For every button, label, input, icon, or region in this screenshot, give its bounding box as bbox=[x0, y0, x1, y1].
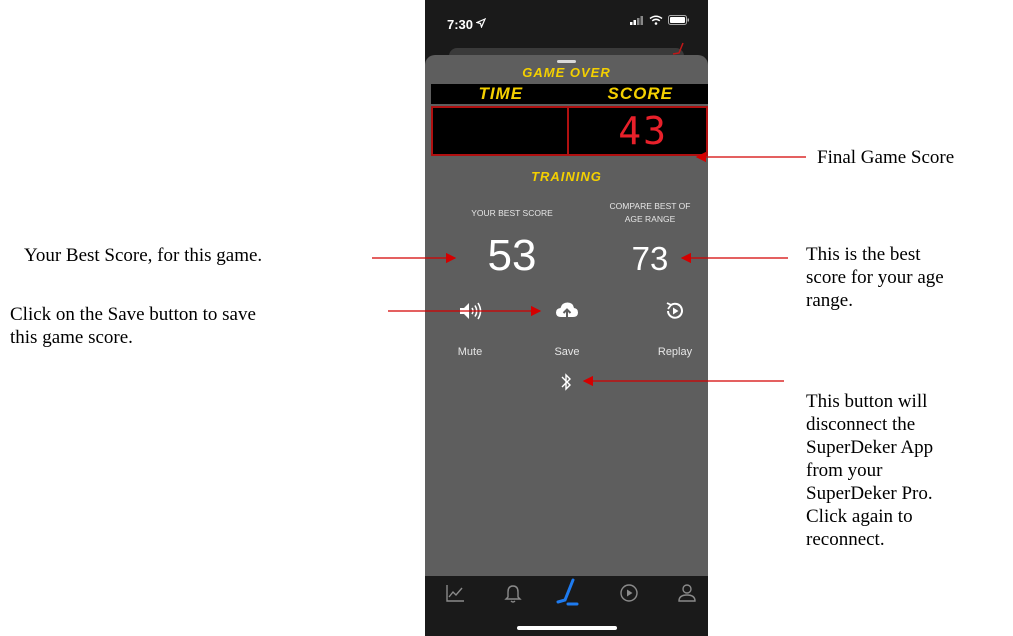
best-score-label: YOUR BEST SCORE bbox=[471, 208, 553, 218]
annotation-bt-line4: from your bbox=[806, 460, 883, 481]
annotation-age-range: This is the best score for your age rang… bbox=[806, 243, 1006, 312]
status-icons bbox=[630, 15, 690, 25]
location-arrow-icon bbox=[476, 18, 486, 28]
mute-label[interactable]: Mute bbox=[435, 346, 505, 358]
annotation-final-score: Final Game Score bbox=[817, 147, 955, 168]
chart-icon[interactable] bbox=[444, 582, 466, 604]
annotation-bt-line5: SuperDeker Pro. bbox=[806, 483, 933, 504]
compare-label-line2: AGE RANGE bbox=[624, 214, 676, 224]
bluetooth-icon[interactable] bbox=[558, 372, 574, 392]
annotation-age-line1: This is the best bbox=[806, 244, 921, 265]
annotation-bluetooth: This button will disconnect the SuperDek… bbox=[806, 390, 986, 551]
tab-bar bbox=[425, 576, 708, 636]
time-display bbox=[431, 106, 569, 156]
speaker-icon[interactable] bbox=[458, 300, 482, 322]
annotation-bt-line3: SuperDeker App bbox=[806, 437, 934, 458]
game-over-sheet: GAME OVER TIME SCORE 43 TRAINING YOUR BE… bbox=[425, 55, 708, 576]
best-score-value: 53 bbox=[487, 231, 537, 280]
annotation-bt-line2: disconnect the bbox=[806, 414, 916, 435]
cloud-upload-icon[interactable] bbox=[555, 300, 579, 322]
status-bar: 7:30 bbox=[425, 0, 708, 44]
hockey-stick-icon[interactable] bbox=[555, 578, 581, 606]
user-icon[interactable] bbox=[676, 582, 698, 604]
compare-label-line1: COMPARE BEST OF bbox=[609, 201, 691, 211]
phone-screen: 7:30 GAME OVER TIME SCORE 43 TRAINING YO… bbox=[425, 0, 708, 636]
game-over-title: GAME OVER bbox=[522, 65, 611, 80]
status-time: 7:30 bbox=[447, 17, 474, 32]
annotation-bt-line1: This button will bbox=[806, 391, 928, 412]
replay-label[interactable]: Replay bbox=[640, 346, 708, 358]
bell-icon[interactable] bbox=[502, 582, 524, 604]
annotation-save: Click on the Save button to save this ga… bbox=[10, 303, 390, 349]
score-header: SCORE bbox=[607, 84, 673, 103]
scoreboard-header: TIME SCORE bbox=[431, 84, 708, 104]
annotation-bt-line7: reconnect. bbox=[806, 529, 885, 550]
time-header: TIME bbox=[478, 84, 524, 103]
play-icon[interactable] bbox=[618, 582, 640, 604]
annotation-age-line3: range. bbox=[806, 290, 853, 311]
final-score-value: 43 bbox=[618, 109, 668, 153]
replay-icon[interactable] bbox=[663, 300, 687, 322]
score-display: 43 bbox=[569, 106, 708, 156]
compare-label: COMPARE BEST OF AGE RANGE bbox=[600, 200, 700, 226]
sheet-grabber[interactable] bbox=[557, 60, 576, 63]
age-range-best-value: 73 bbox=[631, 240, 669, 277]
scoreboard: 43 bbox=[431, 106, 708, 156]
wifi-icon bbox=[649, 15, 663, 25]
home-indicator bbox=[517, 626, 617, 630]
annotation-age-line2: score for your age bbox=[806, 267, 944, 288]
signal-bars-icon bbox=[630, 16, 643, 25]
hockey-stick-mark-icon bbox=[672, 42, 684, 55]
annotation-save-line1: Click on the Save button to save bbox=[10, 304, 256, 325]
save-label[interactable]: Save bbox=[532, 346, 602, 358]
battery-icon bbox=[668, 15, 689, 25]
annotation-bt-line6: Click again to bbox=[806, 506, 913, 527]
annotation-best-score: Your Best Score, for this game. bbox=[24, 245, 263, 266]
annotation-save-line2: this game score. bbox=[10, 327, 133, 348]
training-label: TRAINING bbox=[531, 169, 602, 184]
